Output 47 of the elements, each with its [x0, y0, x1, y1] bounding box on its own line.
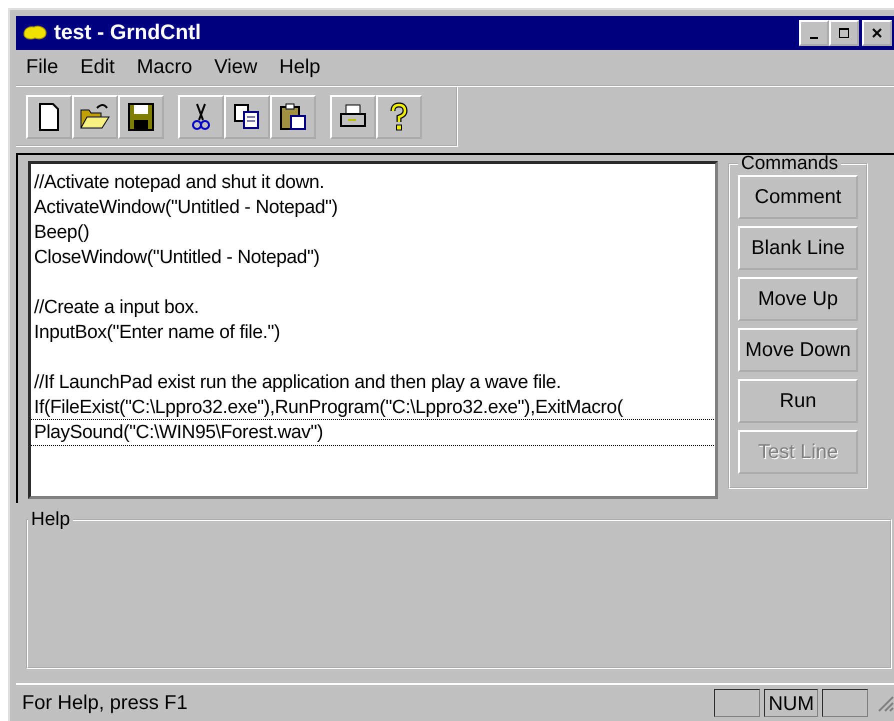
- code-line[interactable]: ActivateWindow("Untitled - Notepad"): [34, 195, 712, 220]
- scissors-icon: [189, 102, 213, 132]
- app-icon: [22, 24, 48, 42]
- command-button[interactable]: Blank Line: [738, 226, 858, 270]
- blank-page-icon: [36, 102, 62, 132]
- code-line[interactable]: //Activate notepad and shut it down.: [34, 170, 712, 195]
- code-line[interactable]: PlaySound("C:\WIN95\Forest.wav"): [31, 420, 715, 445]
- command-button[interactable]: Run: [738, 379, 858, 423]
- menu-item[interactable]: File: [26, 56, 58, 79]
- command-button[interactable]: Move Down: [738, 328, 858, 372]
- code-line[interactable]: Beep(): [34, 220, 712, 245]
- command-button[interactable]: Move Up: [738, 277, 858, 321]
- group-title: Help: [30, 509, 72, 531]
- code-line[interactable]: //If LaunchPad exist run the application and then play a wave file.: [34, 370, 712, 395]
- copy-button[interactable]: [224, 95, 270, 139]
- status-indicator: NUM: [764, 689, 818, 717]
- clipboard-icon: [278, 102, 308, 132]
- maximize-button[interactable]: [829, 20, 859, 46]
- menu-item[interactable]: Macro: [136, 56, 192, 79]
- print-button[interactable]: [330, 95, 376, 139]
- menu-item[interactable]: View: [214, 56, 258, 79]
- minimize-button[interactable]: [799, 20, 829, 46]
- new-file-button[interactable]: [26, 95, 72, 139]
- help-button[interactable]: [376, 95, 422, 139]
- group-title: Commands: [740, 153, 840, 175]
- menu-item[interactable]: Edit: [80, 56, 115, 79]
- status-panel: [822, 689, 868, 717]
- minimize-icon: [810, 37, 818, 39]
- cut-button[interactable]: [178, 95, 224, 139]
- menu-item[interactable]: Help: [279, 56, 320, 79]
- window-title: test - GrndCntl: [54, 21, 202, 45]
- code-line[interactable]: //Create a input box.: [34, 295, 712, 320]
- command-button[interactable]: Comment: [738, 175, 858, 219]
- code-line[interactable]: CloseWindow("Untitled - Notepad"): [34, 245, 712, 270]
- status-panel: [714, 689, 760, 717]
- maximize-icon: [838, 27, 850, 39]
- close-icon: [871, 27, 883, 39]
- close-button[interactable]: [862, 20, 892, 46]
- save-button[interactable]: [118, 95, 164, 139]
- status-text: For Help, press F1: [22, 692, 189, 714]
- macro-editor[interactable]: [28, 161, 718, 499]
- code-line[interactable]: InputBox("Enter name of file."): [34, 320, 712, 345]
- copy-icon: [232, 102, 262, 132]
- open-folder-button[interactable]: [72, 95, 118, 139]
- paste-button[interactable]: [270, 95, 316, 139]
- resize-grip-icon: [876, 694, 894, 712]
- code-line[interactable]: If(FileExist("C:\Lppro32.exe"),RunProgram("C:\Lppro32.exe"),ExitMacro(: [34, 395, 712, 420]
